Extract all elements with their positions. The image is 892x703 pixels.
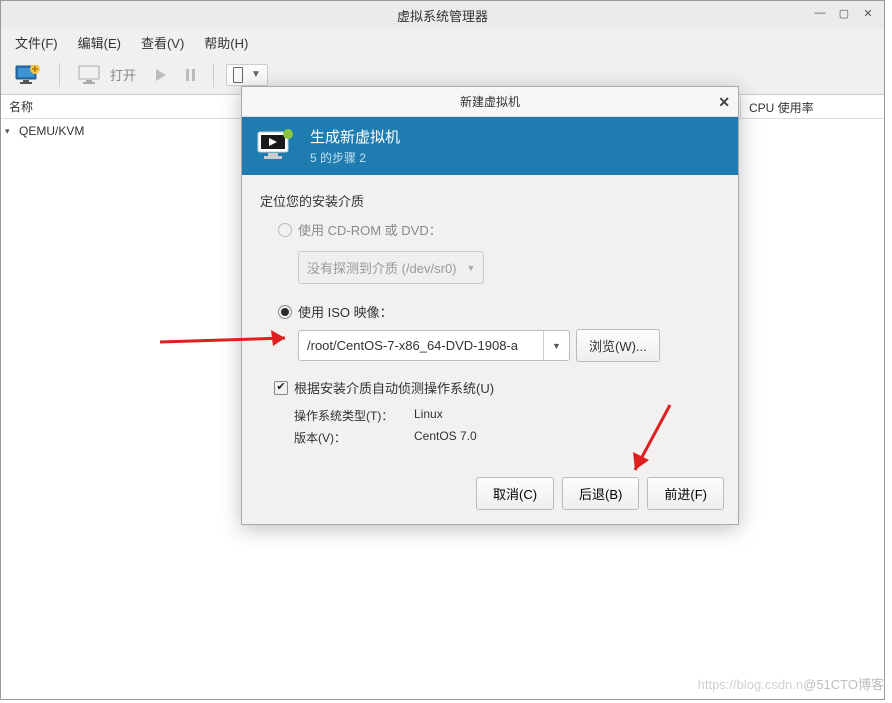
new-vm-dialog: 新建虚拟机 ✕ 生成新虚拟机 5 的步骤 2 定位您的安装介质 使用 CD-RO… — [241, 86, 739, 525]
dialog-header: 生成新虚拟机 5 的步骤 2 — [242, 117, 738, 175]
open-label: 打开 — [110, 65, 136, 84]
menu-file[interactable]: 文件(F) — [5, 30, 68, 55]
minimize-button[interactable]: — — [808, 3, 832, 23]
radio-cdrom-row[interactable]: 使用 CD-ROM 或 DVD： — [278, 220, 720, 239]
dialog-title-text: 新建虚拟机 — [460, 93, 520, 110]
dialog-header-text: 生成新虚拟机 5 的步骤 2 — [310, 126, 400, 166]
monitor-new-icon — [15, 65, 41, 85]
window-controls: — ▢ ✕ — [808, 3, 880, 23]
maximize-button[interactable]: ▢ — [832, 3, 856, 23]
dialog-close-button[interactable]: ✕ — [718, 94, 730, 111]
window-title: 虚拟系统管理器 — [397, 6, 488, 25]
chevron-down-icon: ▼ — [467, 263, 476, 273]
close-button[interactable]: ✕ — [856, 3, 880, 23]
radio-iso-row[interactable]: 使用 ISO 映像： — [278, 302, 720, 321]
watermark: https://blog.csdn.n@51CTO博客 — [698, 674, 884, 693]
radio-cdrom-label: 使用 CD-ROM 或 DVD： — [298, 220, 442, 239]
play-icon — [156, 69, 166, 81]
separator — [213, 63, 214, 87]
dialog-titlebar: 新建虚拟机 ✕ — [242, 87, 738, 117]
expander-icon[interactable]: ▾ — [5, 126, 15, 137]
monitor-icon — [78, 65, 104, 85]
os-type-label: 操作系统类型(T)： — [294, 407, 414, 424]
iso-path-input[interactable] — [299, 331, 543, 360]
column-cpu[interactable]: CPU 使用率 — [741, 95, 884, 118]
device-dropdown[interactable]: ▼ — [226, 64, 268, 86]
radio-cdrom[interactable] — [278, 223, 292, 237]
menu-help[interactable]: 帮助(H) — [194, 30, 258, 55]
cancel-button[interactable]: 取消(C) — [476, 477, 554, 510]
back-button[interactable]: 后退(B) — [562, 477, 639, 510]
version-label: 版本(V)： — [294, 429, 414, 446]
separator — [59, 63, 60, 87]
pause-button[interactable] — [180, 65, 201, 85]
dialog-header-step: 5 的步骤 2 — [310, 149, 400, 166]
menubar: 文件(F) 编辑(E) 查看(V) 帮助(H) — [1, 29, 884, 55]
forward-button[interactable]: 前进(F) — [647, 477, 724, 510]
iso-combo: ▼ — [298, 330, 570, 361]
chevron-down-icon: ▼ — [251, 69, 261, 80]
cdrom-combo: 没有探测到介质 (/dev/sr0) ▼ — [298, 251, 484, 284]
new-vm-button[interactable] — [9, 61, 47, 89]
dialog-footer: 取消(C) 后退(B) 前进(F) — [242, 467, 738, 524]
autodetect-checkbox[interactable] — [274, 381, 288, 395]
open-button[interactable]: 打开 — [72, 61, 142, 89]
iso-row: ▼ 浏览(W)... — [298, 329, 720, 362]
radio-iso-label: 使用 ISO 映像： — [298, 302, 393, 321]
titlebar: 虚拟系统管理器 — ▢ ✕ — [1, 1, 884, 29]
cdrom-combo-text: 没有探测到介质 (/dev/sr0) — [307, 258, 457, 277]
autodetect-row[interactable]: 根据安装介质自动侦测操作系统(U) — [274, 378, 720, 397]
radio-iso[interactable] — [278, 305, 292, 319]
dialog-body: 定位您的安装介质 使用 CD-ROM 或 DVD： 没有探测到介质 (/dev/… — [242, 175, 738, 467]
locate-media-heading: 定位您的安装介质 — [260, 191, 720, 210]
column-cpu-label: CPU 使用率 — [749, 101, 814, 115]
column-name-label: 名称 — [9, 98, 33, 115]
iso-dropdown-button[interactable]: ▼ — [543, 331, 569, 360]
connection-label: QEMU/KVM — [19, 124, 84, 138]
device-icon — [233, 67, 243, 83]
os-info: 操作系统类型(T)： Linux 版本(V)： CentOS 7.0 — [294, 407, 720, 446]
menu-view[interactable]: 查看(V) — [131, 30, 194, 55]
vm-header-icon — [256, 128, 296, 164]
version-value: CentOS 7.0 — [414, 429, 477, 446]
os-type-value: Linux — [414, 407, 443, 424]
dialog-header-title: 生成新虚拟机 — [310, 126, 400, 147]
pause-icon — [186, 69, 195, 81]
browse-button[interactable]: 浏览(W)... — [576, 329, 660, 362]
autodetect-label: 根据安装介质自动侦测操作系统(U) — [294, 378, 494, 397]
play-button[interactable] — [150, 65, 172, 85]
menu-edit[interactable]: 编辑(E) — [68, 30, 131, 55]
